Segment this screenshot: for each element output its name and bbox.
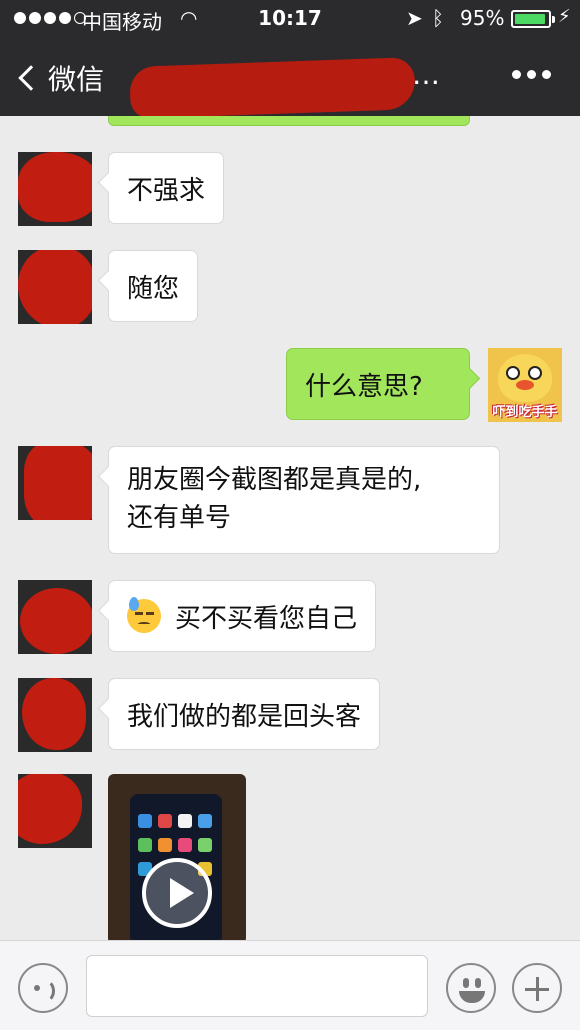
emoji-face-icon[interactable] bbox=[446, 963, 496, 1013]
avatar-caption: 吓到吃手手 bbox=[492, 405, 558, 420]
chat-area[interactable]: 不强求 随您 什么意思? 吓到吃手手 朋友圈今截图都是真是的, 还有单号 买不买… bbox=[0, 116, 580, 940]
message-bubble[interactable]: 买不买看您自己 bbox=[108, 580, 377, 652]
redaction-mark bbox=[18, 250, 92, 324]
back-button[interactable]: 微信 bbox=[16, 58, 104, 98]
contact-avatar[interactable] bbox=[18, 580, 92, 654]
message-input[interactable] bbox=[86, 955, 428, 1017]
sent-message-bubble[interactable]: 什么意思? bbox=[286, 348, 470, 420]
back-label: 微信 bbox=[48, 63, 105, 96]
charging-bolt-icon: ⚡ bbox=[558, 6, 571, 27]
redaction-mark bbox=[20, 588, 92, 654]
battery-percent: 95% bbox=[460, 6, 505, 30]
message-text: 我们做的都是回头客 bbox=[127, 701, 362, 732]
video-message[interactable] bbox=[108, 774, 246, 940]
status-bar: 中国移动 ◠ 10:17 ➤ ᛒ 95% ⚡ bbox=[0, 0, 580, 38]
redaction-mark bbox=[22, 678, 86, 750]
input-bar bbox=[0, 940, 580, 1030]
contact-avatar[interactable] bbox=[18, 152, 92, 226]
message-text: 随您 bbox=[127, 273, 180, 304]
downcast-sweat-emoji-icon bbox=[127, 597, 161, 633]
chevron-left-icon bbox=[18, 65, 44, 91]
title-ellipsis: … bbox=[412, 58, 442, 91]
redaction-mark bbox=[129, 57, 416, 119]
self-avatar[interactable]: 吓到吃手手 bbox=[488, 348, 562, 422]
voice-icon[interactable] bbox=[18, 963, 68, 1013]
play-icon[interactable] bbox=[142, 858, 212, 928]
message-text-line: 朋友圈今截图都是真是的, bbox=[127, 465, 422, 495]
message-text: 买不买看您自己 bbox=[175, 603, 358, 634]
message-bubble[interactable]: 我们做的都是回头客 bbox=[108, 678, 381, 750]
plus-icon[interactable] bbox=[512, 963, 562, 1013]
top-bar: 中国移动 ◠ 10:17 ➤ ᛒ 95% ⚡ 微信 居 … bbox=[0, 0, 580, 119]
nav-bar: 微信 居 … bbox=[0, 38, 580, 119]
previous-sent-bubble bbox=[108, 116, 470, 126]
contact-avatar[interactable] bbox=[18, 774, 92, 848]
message-text-line: 还有单号 bbox=[127, 503, 232, 533]
chick-sticker-icon bbox=[498, 354, 552, 402]
more-dots-icon[interactable] bbox=[512, 70, 551, 79]
bluetooth-icon: ᛒ bbox=[432, 6, 444, 30]
redaction-mark bbox=[18, 152, 92, 222]
message-text: 不强求 bbox=[127, 175, 206, 206]
message-bubble[interactable]: 不强求 bbox=[108, 152, 225, 224]
message-bubble[interactable]: 随您 bbox=[108, 250, 199, 322]
contact-avatar[interactable] bbox=[18, 250, 92, 324]
redaction-mark bbox=[24, 446, 92, 520]
contact-avatar[interactable] bbox=[18, 678, 92, 752]
message-text: 什么意思? bbox=[305, 371, 423, 402]
redaction-mark bbox=[18, 774, 82, 844]
message-bubble[interactable]: 朋友圈今截图都是真是的, 还有单号 bbox=[108, 446, 500, 554]
battery-icon bbox=[511, 10, 555, 28]
location-arrow-icon: ➤ bbox=[406, 6, 423, 30]
contact-avatar[interactable] bbox=[18, 446, 92, 520]
